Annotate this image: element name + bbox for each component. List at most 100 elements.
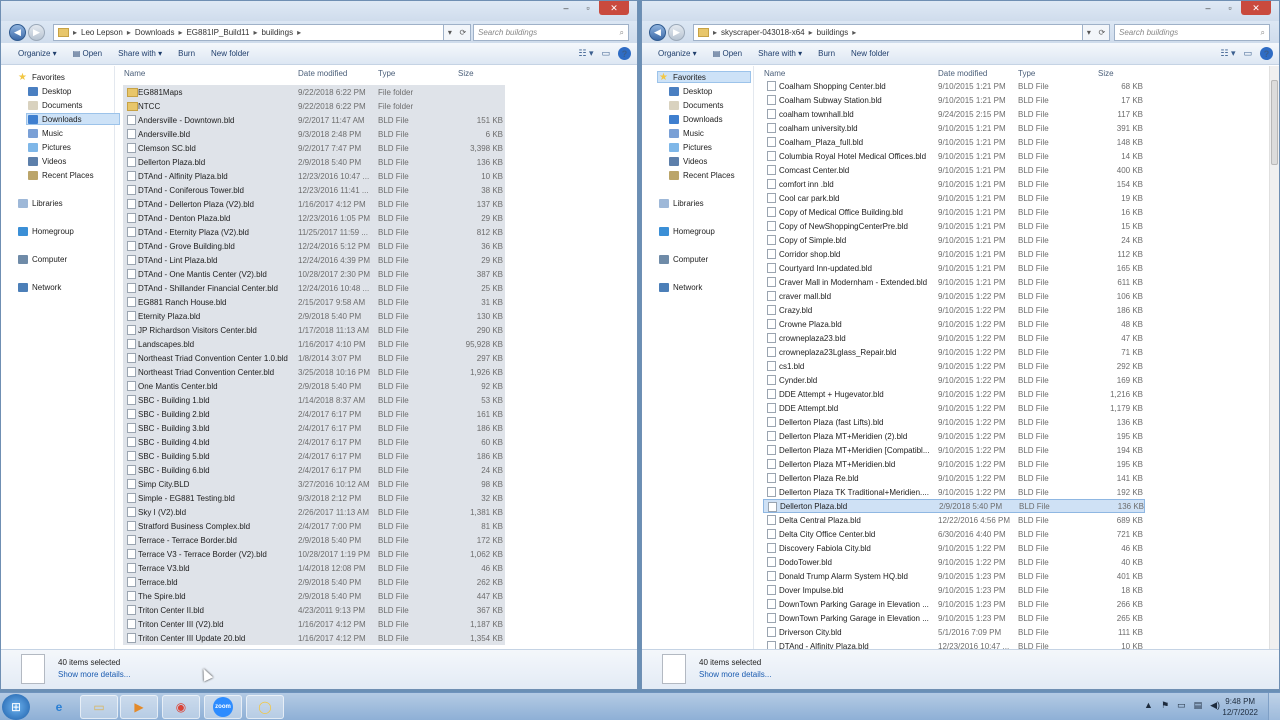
file-row[interactable]: comfort inn .bld 9/10/2015 1:21 PM BLD Fil… (763, 177, 1145, 191)
nav-item-videos[interactable]: Videos (28, 155, 66, 167)
file-row[interactable]: Andersville.bld 9/3/2018 2:48 PM BLD File 6… (123, 127, 505, 141)
file-row[interactable]: DTAnd - Eternity Plaza (V2).bld 11/25/201… (123, 225, 505, 239)
refresh-icon[interactable]: ⟳ (1098, 28, 1105, 37)
show-hidden-icon[interactable]: ▲ (1144, 700, 1153, 711)
new-folder-button[interactable]: New folder (203, 49, 257, 58)
chevron-right-icon[interactable]: ▸ (178, 28, 182, 37)
flag-icon[interactable]: ⚑ (1161, 700, 1169, 711)
view-options-icon[interactable]: ☷ ▾ (578, 48, 593, 59)
burn-button[interactable]: Burn (810, 49, 843, 58)
chevron-right-icon[interactable]: ▸ (713, 28, 717, 37)
column-name[interactable]: Name (124, 69, 145, 78)
chevron-right-icon[interactable]: ▸ (253, 28, 257, 37)
folder-row[interactable]: NTCC 9/22/2018 6:22 PM File folder (123, 99, 505, 113)
file-row[interactable]: Donald Trump Alarm System HQ.bld 9/10/201… (763, 569, 1145, 583)
file-row[interactable]: Triton Center III Update 20.bld 1/16/2017… (123, 631, 505, 645)
minimize-button[interactable]: – (555, 1, 577, 15)
file-row[interactable]: Cool car park.bld 9/10/2015 1:21 PM BLD Fi… (763, 191, 1145, 205)
nav-item-documents[interactable]: Documents (28, 99, 82, 111)
file-row[interactable]: SBC - Building 5.bld 2/4/2017 6:17 PM BLD … (123, 449, 505, 463)
file-row[interactable]: Terrace.bld 2/9/2018 5:40 PM BLD File 262 K… (123, 575, 505, 589)
column-type[interactable]: Type (378, 69, 395, 78)
file-row[interactable]: Terrace - Terrace Border.bld 2/9/2018 5:4… (123, 533, 505, 547)
file-row[interactable]: Stratford Business Complex.bld 2/4/2017 7… (123, 519, 505, 533)
title-bar[interactable]: – ▫ ✕ (642, 1, 1279, 21)
title-bar[interactable]: – ▫ ✕ (1, 1, 637, 21)
file-row[interactable]: Columbia Royal Hotel Medical Offices.bld… (763, 149, 1145, 163)
file-row[interactable]: Copy of Simple.bld 9/10/2015 1:21 PM BLD F… (763, 233, 1145, 247)
share-with-button[interactable]: Share with ▾ (750, 49, 810, 58)
file-row[interactable]: Craver Mall in Modernham - Extended.bld 9… (763, 275, 1145, 289)
nav-item-desktop[interactable]: Desktop (669, 85, 712, 97)
explorer-taskbar-button[interactable]: ▭ (80, 695, 118, 719)
new-folder-button[interactable]: New folder (843, 49, 897, 58)
file-row[interactable]: SBC - Building 1.bld 1/14/2018 8:37 AM BLD… (123, 393, 505, 407)
burn-button[interactable]: Burn (170, 49, 203, 58)
file-row[interactable]: Sky I (V2).bld 2/26/2017 11:13 AM BLD File… (123, 505, 505, 519)
file-row[interactable]: Delta Central Plaza.bld 12/22/2016 4:56 P… (763, 513, 1145, 527)
file-row[interactable]: Crowne Plaza.bld 9/10/2015 1:22 PM BLD Fil… (763, 317, 1145, 331)
file-row[interactable]: Northeast Triad Convention Center.bld 3/2… (123, 365, 505, 379)
forward-button[interactable]: ▶ (28, 24, 45, 41)
file-row[interactable]: Dellerton Plaza MT+Meridien.bld 9/10/2015… (763, 457, 1145, 471)
file-row[interactable]: Dellerton Plaza (fast Lifts).bld 9/10/201… (763, 415, 1145, 429)
file-row[interactable]: DTAnd - Alfinity Plaza.bld 12/23/2016 10:… (123, 169, 505, 183)
file-row[interactable]: Coalham Shopping Center.bld 9/10/2015 1:2… (763, 79, 1145, 93)
column-date[interactable]: Date modified (938, 69, 987, 78)
file-row[interactable]: Dellerton Plaza MT+Meridien (2).bld 9/10/… (763, 429, 1145, 443)
open-button[interactable]: ▤ Open (705, 49, 750, 58)
nav-item-music[interactable]: Music (28, 127, 63, 139)
vertical-scrollbar[interactable] (1269, 66, 1279, 649)
nav-item-favorites[interactable]: ★ Favorites (18, 71, 65, 83)
nav-item-favorites[interactable]: ★ Favorites (657, 71, 751, 83)
file-row[interactable]: SBC - Building 4.bld 2/4/2017 6:17 PM BLD … (123, 435, 505, 449)
organize-button[interactable]: Organize ▾ (642, 49, 705, 58)
file-row[interactable]: Terrace V3 - Terrace Border (V2).bld 10/2… (123, 547, 505, 561)
file-row[interactable]: Eternity Plaza.bld 2/9/2018 5:40 PM BLD Fi… (123, 309, 505, 323)
help-icon[interactable]: ? (1260, 47, 1273, 60)
file-row[interactable]: Dover Impulse.bld 9/10/2015 1:23 PM BLD Fi… (763, 583, 1145, 597)
breadcrumb-item[interactable]: EG881IP_Build11 (186, 28, 249, 37)
file-row[interactable]: Clemson SC.bld 9/2/2017 7:47 PM BLD File 3,… (123, 141, 505, 155)
minimize-button[interactable]: – (1197, 1, 1219, 15)
file-row[interactable]: Coalham Subway Station.bld 9/10/2015 1:21… (763, 93, 1145, 107)
nav-item-computer[interactable]: Computer (18, 253, 67, 265)
file-row[interactable]: Simple - EG881 Testing.bld 9/3/2018 2:12 … (123, 491, 505, 505)
file-row[interactable]: Dellerton Plaza MT+Meridien [Compatibl..… (763, 443, 1145, 457)
column-date[interactable]: Date modified (298, 69, 347, 78)
file-row[interactable]: Andersville - Downtown.bld 9/2/2017 11:47… (123, 113, 505, 127)
file-row[interactable]: Corridor shop.bld 9/10/2015 1:21 PM BLD Fi… (763, 247, 1145, 261)
file-row[interactable]: crowneplaza23.bld 9/10/2015 1:22 PM BLD Fi… (763, 331, 1145, 345)
nav-item-network[interactable]: Network (659, 281, 702, 293)
file-row[interactable]: craver mall.bld 9/10/2015 1:22 PM BLD File… (763, 289, 1145, 303)
back-button[interactable]: ◀ (9, 24, 26, 41)
nav-item-videos[interactable]: Videos (669, 155, 707, 167)
network-icon[interactable]: ▤ (1194, 700, 1203, 711)
file-row[interactable]: Coalham_Plaza_full.bld 9/10/2015 1:21 PM B… (763, 135, 1145, 149)
file-row[interactable]: EG881 Ranch House.bld 2/15/2017 9:58 AM BL… (123, 295, 505, 309)
file-row[interactable]: JP Richardson Visitors Center.bld 1/17/20… (123, 323, 505, 337)
file-row[interactable]: DDE Attempt + Hugevator.bld 9/10/2015 1:2… (763, 387, 1145, 401)
file-row[interactable]: Driverson City.bld 5/1/2016 7:09 PM BLD Fi… (763, 625, 1145, 639)
file-row[interactable]: SBC - Building 3.bld 2/4/2017 6:17 PM BLD … (123, 421, 505, 435)
refresh-icon[interactable]: ⟳ (459, 28, 466, 37)
nav-item-downloads[interactable]: Downloads (669, 113, 723, 125)
file-row[interactable]: DDE Attempt.bld 9/10/2015 1:22 PM BLD File… (763, 401, 1145, 415)
chevron-right-icon[interactable]: ▸ (297, 28, 301, 37)
breadcrumb-item[interactable]: skyscraper-043018-x64 (721, 28, 805, 37)
file-row[interactable]: Copy of NewShoppingCenterPre.bld 9/10/201… (763, 219, 1145, 233)
file-row[interactable]: DTAnd - Lint Plaza.bld 12/24/2016 4:39 PM… (123, 253, 505, 267)
chrome-taskbar-button[interactable]: ◉ (162, 695, 200, 719)
file-row[interactable]: crowneplaza23Lglass_Repair.bld 9/10/2015 … (763, 345, 1145, 359)
show-more-details-link[interactable]: Show more details... (699, 670, 771, 679)
breadcrumb-item[interactable]: buildings (817, 28, 849, 37)
column-size[interactable]: Size (1098, 69, 1114, 78)
file-row[interactable]: DTAnd - Grove Building.bld 12/24/2016 5:1… (123, 239, 505, 253)
back-button[interactable]: ◀ (649, 24, 666, 41)
nav-item-pictures[interactable]: Pictures (28, 141, 71, 153)
file-row[interactable]: Dellerton Plaza TK Traditional+Meridien.… (763, 485, 1145, 499)
nav-item-network[interactable]: Network (18, 281, 61, 293)
file-row[interactable]: DTAnd - Coniferous Tower.bld 12/23/2016 1… (123, 183, 505, 197)
file-row[interactable]: Dellerton Plaza.bld 2/9/2018 5:40 PM BLD F… (123, 155, 505, 169)
address-bar[interactable]: ▸ Leo Lepson ▸ Downloads ▸ EG881IP_Build11 ▸ bu… (53, 24, 452, 41)
